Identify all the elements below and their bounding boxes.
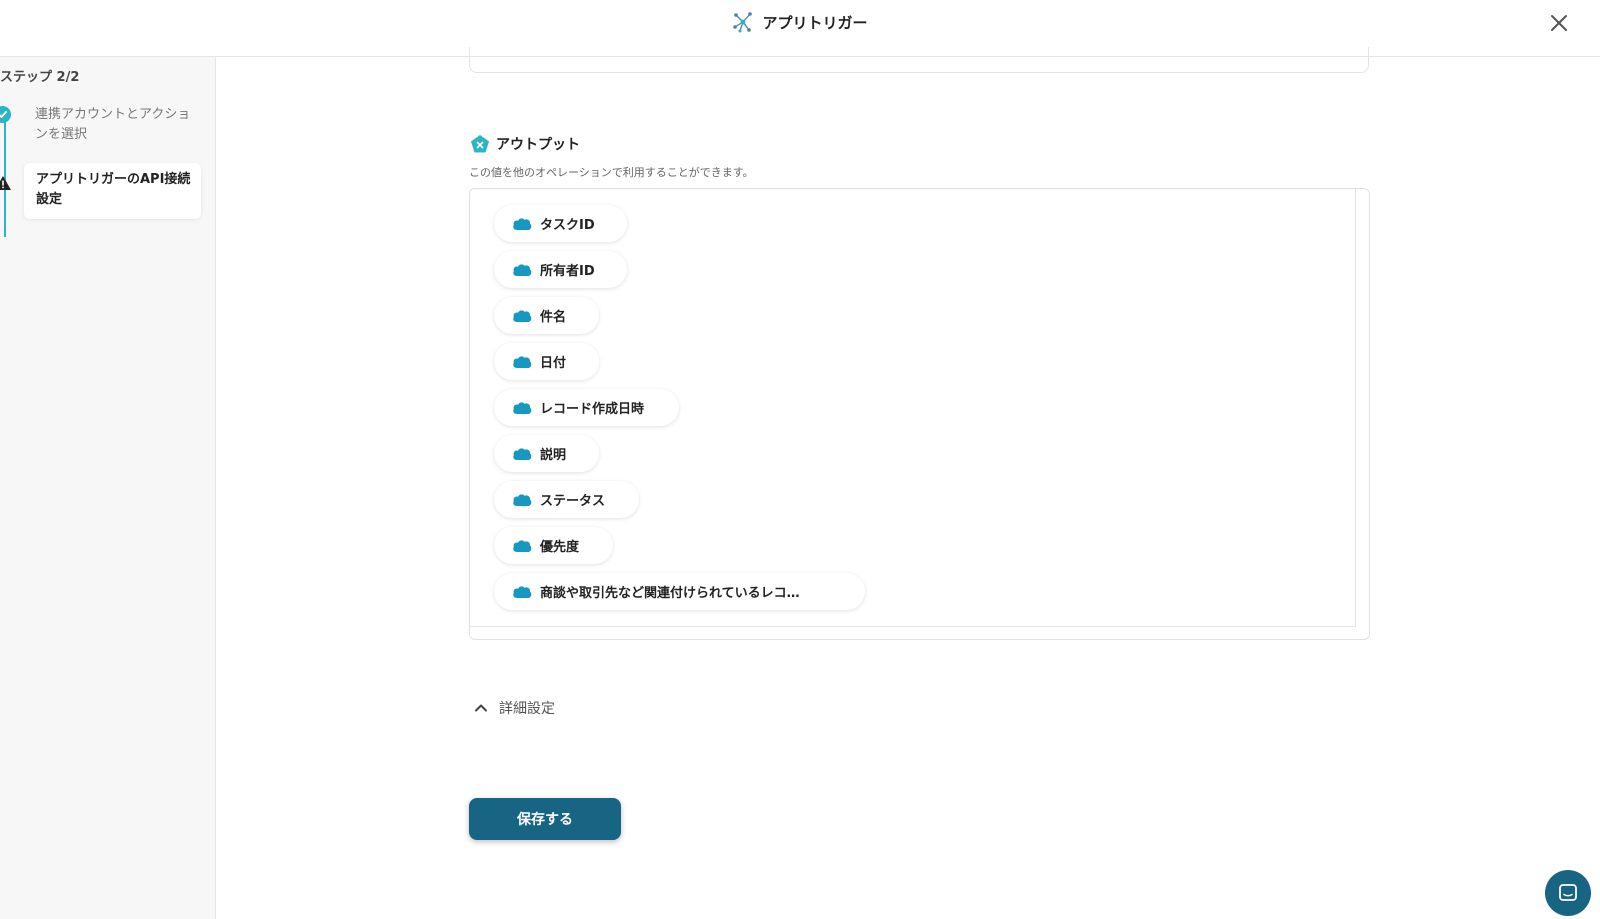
- steps-sidebar: ステップ 2/2 連携アカウントとアクションを選択 アプリトリガーのAPI接続設…: [0, 57, 216, 919]
- salesforce-cloud-icon: [513, 493, 532, 506]
- output-chip-label: 所有者ID: [540, 264, 595, 279]
- output-chip[interactable]: 説明: [494, 435, 599, 472]
- output-chip-label: 優先度: [540, 540, 580, 555]
- chevron-up-icon: [475, 704, 487, 712]
- output-chip[interactable]: 優先度: [494, 527, 613, 564]
- network-nodes-icon: [732, 11, 754, 33]
- output-chip-label: 説明: [540, 448, 567, 463]
- chat-widget-button[interactable]: [1545, 870, 1591, 916]
- output-chip[interactable]: 日付: [494, 343, 599, 380]
- output-heading: アウトプット: [470, 134, 580, 154]
- salesforce-cloud-icon: [513, 447, 532, 460]
- check-circle-icon: [0, 106, 11, 123]
- chat-bubble-icon: [1559, 884, 1577, 901]
- output-description: この値を他のオペレーションで利用することができます。: [469, 166, 754, 179]
- warning-icon: [0, 176, 11, 190]
- advanced-settings-label: 詳細設定: [499, 701, 555, 717]
- output-chip-label: ステータス: [540, 494, 606, 509]
- output-chip-label: レコード作成日時: [540, 402, 645, 417]
- close-button[interactable]: [1546, 10, 1572, 36]
- salesforce-cloud-icon: [513, 309, 532, 322]
- output-title: アウトプット: [496, 137, 580, 153]
- salesforce-cloud-icon: [513, 401, 532, 414]
- step-item-api-settings[interactable]: アプリトリガーのAPI接続設定: [24, 163, 201, 219]
- salesforce-cloud-icon: [513, 585, 532, 598]
- advanced-settings-toggle[interactable]: 詳細設定: [473, 698, 555, 718]
- output-chip[interactable]: 商談や取引先など関連付けられているレコ…: [494, 573, 865, 610]
- output-chip[interactable]: ステータス: [494, 481, 639, 518]
- save-button[interactable]: 保存する: [469, 798, 621, 840]
- step-label-text: アプリトリガーのAPI接続設定: [36, 172, 191, 207]
- header-title-group: アプリトリガー: [0, 10, 1600, 34]
- salesforce-cloud-icon: [513, 355, 532, 368]
- output-chip[interactable]: 件名: [494, 297, 599, 334]
- salesforce-cloud-icon: [513, 263, 532, 276]
- close-icon: [1551, 15, 1567, 31]
- output-chip-label: 件名: [540, 310, 567, 325]
- output-chip[interactable]: 所有者ID: [494, 251, 627, 288]
- output-chip-label: 日付: [540, 356, 567, 371]
- output-chip-label: 商談や取引先など関連付けられているレコ…: [540, 586, 800, 601]
- previous-section-card: [469, 47, 1369, 73]
- output-chip-label: タスクID: [540, 218, 595, 233]
- step-item-account-action[interactable]: 連携アカウントとアクションを選択: [0, 105, 200, 145]
- step-label-text: 連携アカウントとアクションを選択: [35, 107, 191, 142]
- output-chip[interactable]: レコード作成日時: [494, 389, 679, 426]
- main-content: アウトプット この値を他のオペレーションで利用することができます。 タスクID …: [217, 47, 1600, 919]
- salesforce-cloud-icon: [513, 217, 532, 230]
- output-list-box[interactable]: タスクID 所有者ID 件名 日付 レコード作成日時 説明 ステータス 優先度 …: [469, 188, 1370, 640]
- step-counter: ステップ 2/2: [0, 70, 80, 85]
- page-title: アプリトリガー: [762, 13, 868, 32]
- salesforce-cloud-icon: [513, 539, 532, 552]
- output-pentagon-icon: [471, 135, 489, 153]
- output-list-scroll-area[interactable]: タスクID 所有者ID 件名 日付 レコード作成日時 説明 ステータス 優先度 …: [470, 189, 1356, 627]
- output-chip[interactable]: タスクID: [494, 205, 627, 242]
